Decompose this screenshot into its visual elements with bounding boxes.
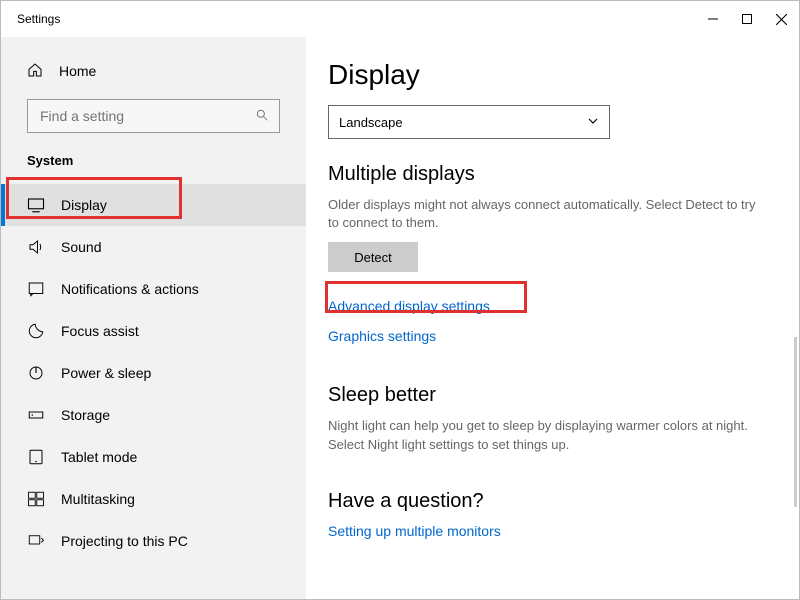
graphics-settings-link[interactable]: Graphics settings (328, 328, 759, 344)
projecting-icon (27, 532, 45, 550)
sidebar-item-label: Projecting to this PC (61, 533, 188, 549)
sidebar-item-projecting[interactable]: Projecting to this PC (1, 520, 306, 562)
storage-icon (27, 406, 45, 424)
home-link[interactable]: Home (1, 55, 306, 87)
sidebar-item-label: Sound (61, 239, 101, 255)
search-input[interactable] (38, 107, 255, 125)
focus-icon (27, 322, 45, 340)
search-icon (255, 108, 269, 125)
search-box[interactable] (27, 99, 280, 133)
multiple-displays-desc: Older displays might not always connect … (328, 196, 759, 232)
question-section: Have a question? Setting up multiple mon… (328, 490, 759, 539)
sidebar-item-focus[interactable]: Focus assist (1, 310, 306, 352)
sidebar-item-display[interactable]: Display (1, 184, 306, 226)
sound-icon (27, 238, 45, 256)
chevron-down-icon (587, 115, 599, 130)
question-heading: Have a question? (328, 490, 759, 513)
search-wrap (1, 99, 306, 133)
sidebar-item-label: Storage (61, 407, 110, 423)
notifications-icon (27, 280, 45, 298)
scrollbar[interactable] (794, 337, 797, 507)
sidebar-item-power[interactable]: Power & sleep (1, 352, 306, 394)
titlebar: Settings (1, 1, 799, 37)
power-icon (27, 364, 45, 382)
multitask-icon (27, 490, 45, 508)
maximize-button[interactable] (741, 13, 753, 25)
minimize-button[interactable] (707, 13, 719, 25)
orientation-value: Landscape (339, 115, 403, 130)
sidebar-item-label: Tablet mode (61, 449, 137, 465)
sleep-desc: Night light can help you get to sleep by… (328, 417, 759, 453)
sidebar-item-notifications[interactable]: Notifications & actions (1, 268, 306, 310)
content-pane: Display Landscape Multiple displays Olde… (306, 37, 799, 599)
advanced-display-link[interactable]: Advanced display settings (328, 298, 759, 314)
sidebar-item-label: Multitasking (61, 491, 135, 507)
detect-button[interactable]: Detect (328, 242, 418, 272)
settings-window: Settings Home (0, 0, 800, 600)
page-title: Display (328, 59, 759, 91)
window-body: Home System Display (1, 37, 799, 599)
sidebar-item-label: Notifications & actions (61, 281, 199, 297)
tablet-icon (27, 448, 45, 466)
sleep-better-section: Sleep better Night light can help you ge… (328, 384, 759, 453)
sleep-heading: Sleep better (328, 384, 759, 407)
sidebar-item-label: Focus assist (61, 323, 139, 339)
close-button[interactable] (775, 13, 787, 25)
multiple-displays-heading: Multiple displays (328, 163, 759, 186)
window-title: Settings (17, 12, 60, 26)
home-label: Home (59, 63, 96, 79)
sidebar-item-label: Power & sleep (61, 365, 151, 381)
sidebar-item-sound[interactable]: Sound (1, 226, 306, 268)
section-label: System (1, 149, 306, 184)
home-icon (27, 62, 43, 81)
sidebar-item-label: Display (61, 197, 107, 213)
sidebar: Home System Display (1, 37, 306, 599)
sidebar-item-storage[interactable]: Storage (1, 394, 306, 436)
sidebar-item-multitask[interactable]: Multitasking (1, 478, 306, 520)
sidebar-item-tablet[interactable]: Tablet mode (1, 436, 306, 478)
question-link[interactable]: Setting up multiple monitors (328, 523, 759, 539)
display-icon (27, 196, 45, 214)
window-controls (707, 13, 787, 25)
orientation-dropdown[interactable]: Landscape (328, 105, 610, 139)
